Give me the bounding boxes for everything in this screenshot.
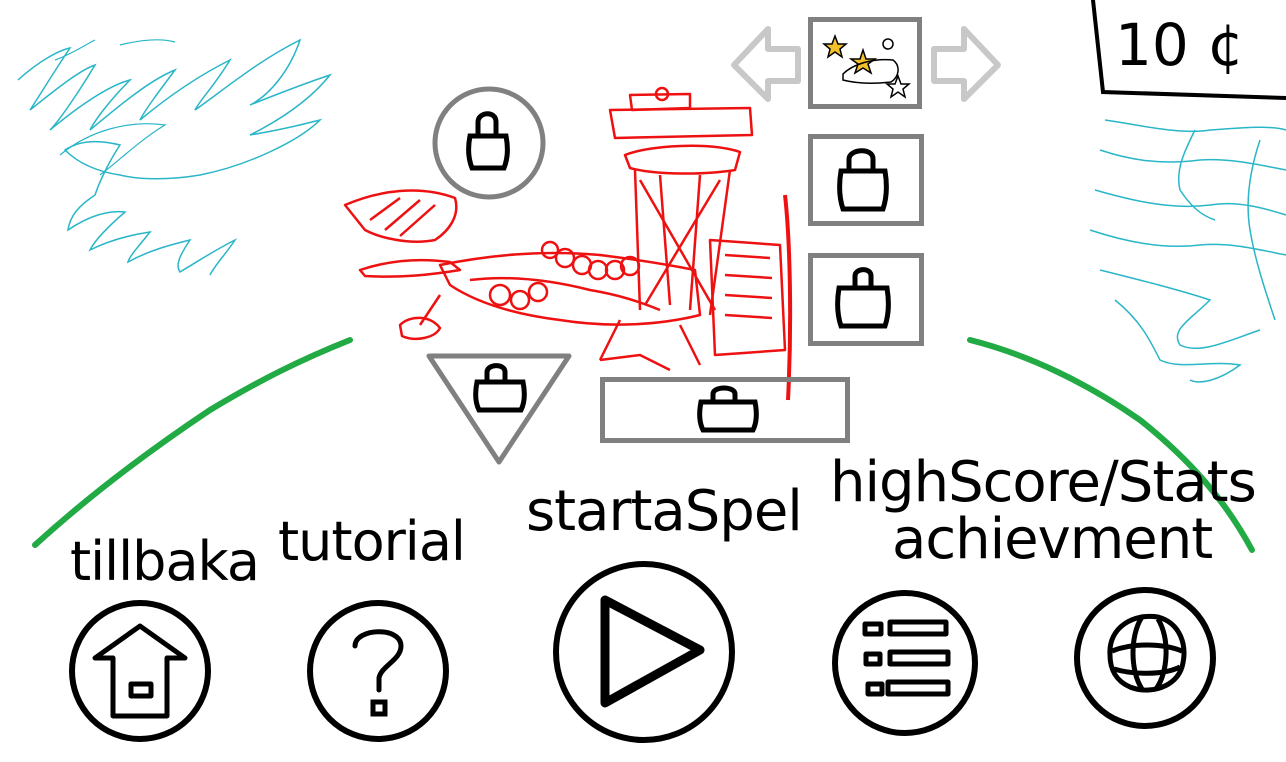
padlock-icon [835, 267, 891, 329]
padlock-icon [697, 385, 759, 433]
locked-slot-square-2[interactable] [808, 253, 924, 346]
locked-slot-square-1[interactable] [808, 134, 924, 226]
level-select-box[interactable] [808, 17, 922, 109]
padlock-icon [837, 148, 889, 212]
locked-slot-triangle[interactable] [425, 352, 573, 467]
highscore-stats-button[interactable] [830, 588, 980, 738]
back-label: tillbaka [70, 530, 260, 593]
stars-level-icon [821, 33, 912, 99]
tutorial-label: tutorial [278, 510, 466, 573]
start-label: startaSpel [526, 479, 803, 544]
start-game-button[interactable] [550, 558, 738, 746]
highscore-label-line1: highScore/Stats [830, 450, 1257, 515]
prev-arrow-button[interactable] [730, 25, 802, 103]
locked-slot-rectangle[interactable] [600, 377, 850, 443]
currency-amount: 10 ¢ [1115, 11, 1245, 79]
achievement-button[interactable] [1072, 585, 1218, 731]
next-arrow-button[interactable] [930, 25, 1002, 103]
locked-slot-circle[interactable] [430, 86, 550, 200]
back-button[interactable] [67, 598, 213, 744]
highscore-label-line2: achievment [892, 507, 1213, 572]
tutorial-button[interactable] [305, 598, 451, 744]
